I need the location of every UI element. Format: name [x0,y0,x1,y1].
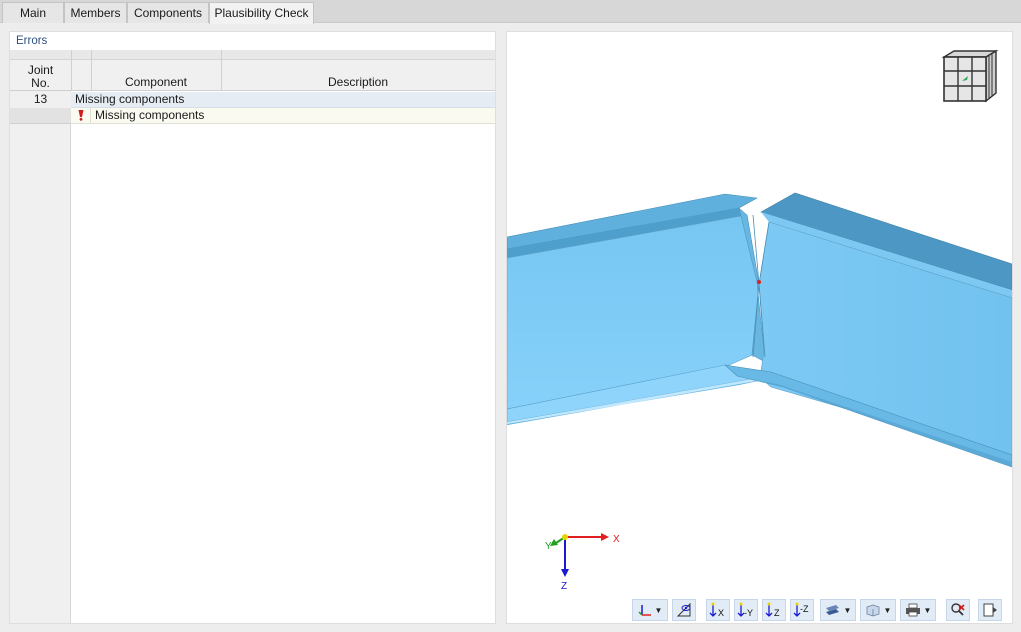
view-cube-icon[interactable] [934,49,1000,107]
svg-text:-Y: -Y [744,608,753,618]
chevron-down-icon: ▼ [655,606,663,615]
header-no-label: No. [10,77,71,90]
header-joint-no[interactable]: Joint No. [10,64,71,90]
error-icon [71,108,91,124]
view-toolbar: ▼ X -Y Z -Z ▼ ▼ ▼ [632,599,1012,621]
coordinate-system-button[interactable]: ▼ [632,599,668,621]
column-separator [71,50,72,91]
axis-triad: X Y Z [543,527,633,597]
transparency-button[interactable]: ▼ [860,599,896,621]
visibility-button[interactable] [672,599,696,621]
view-visibility-icon [676,602,692,618]
table-header-strip [10,50,495,60]
coordinate-system-icon [638,603,652,617]
svg-text:-Z: -Z [800,604,809,614]
header-description[interactable]: Description [221,76,495,89]
view-minus-y-icon: -Y [737,602,755,618]
tab-plausibility-check[interactable]: Plausibility Check [209,2,314,24]
view-x-icon: X [709,602,727,618]
exit-view-button[interactable] [978,599,1002,621]
view-minus-z-icon: -Z [793,602,811,618]
svg-text:X: X [718,608,724,618]
3d-viewer[interactable]: X Y Z ▼ X -Y Z -Z ▼ ▼ [506,31,1013,624]
exit-view-icon [982,602,998,618]
item-component: Missing components [91,108,495,124]
table-row[interactable]: Missing components [10,108,495,124]
header-component[interactable]: Component [91,76,221,89]
reset-zoom-button[interactable] [946,599,970,621]
group-label: Missing components [71,92,495,108]
transparency-icon [865,603,881,617]
view-minus-z-button[interactable]: -Z [790,599,814,621]
row-number-cell [10,108,71,124]
table-row-group[interactable]: 13 Missing components [10,92,495,108]
tab-bar: Main Members Components Plausibility Che… [0,0,1021,23]
svg-text:Z: Z [774,608,780,618]
chevron-down-icon: ▼ [844,606,852,615]
tab-main[interactable]: Main [2,2,64,23]
print-icon [905,603,921,617]
tab-components[interactable]: Components [127,2,209,23]
print-button[interactable]: ▼ [900,599,936,621]
axis-y-label: Y [545,541,552,552]
view-z-icon: Z [765,602,783,618]
reset-zoom-icon [950,602,966,618]
display-mode-button[interactable]: ▼ [820,599,856,621]
chevron-down-icon: ▼ [924,606,932,615]
chevron-down-icon: ▼ [884,606,892,615]
view-x-button[interactable]: X [706,599,730,621]
display-mode-icon [825,603,841,617]
errors-panel: Errors Joint No. Component Description 1… [9,31,496,624]
joint-number: 13 [10,92,71,108]
errors-title: Errors [16,35,47,47]
view-minus-y-button[interactable]: -Y [734,599,758,621]
view-z-button[interactable]: Z [762,599,786,621]
axis-x-label: X [613,534,620,545]
row-number-column [10,91,71,623]
axis-z-label: Z [561,581,567,592]
tab-members[interactable]: Members [64,2,127,23]
